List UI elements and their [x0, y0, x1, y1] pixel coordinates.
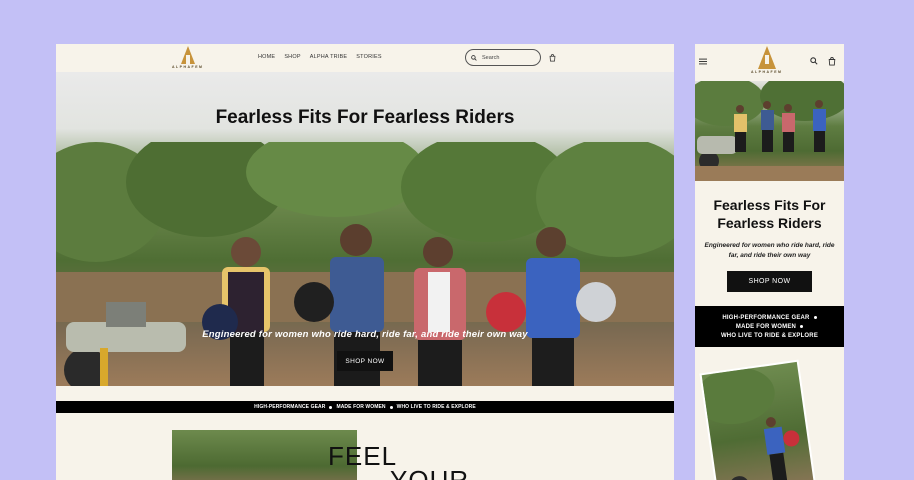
hero-title: Fearless Fits For Fearless Riders — [215, 107, 515, 128]
search-input[interactable]: Search — [465, 49, 541, 66]
dot-separator — [389, 405, 393, 409]
main-nav: HOME SHOP ALPHA TRIBE STORIES — [258, 54, 382, 60]
shop-now-button[interactable]: SHOP NOW — [727, 271, 812, 292]
strip-item: MADE FOR WOMEN — [735, 323, 797, 330]
strip-item: MADE FOR WOMEN — [336, 404, 386, 410]
search-placeholder: Search — [482, 54, 500, 61]
mobile-section-photo — [699, 359, 817, 480]
mobile-announcement-strip: HIGH-PERFORMANCE GEAR MADE FOR WOMEN WHO… — [695, 306, 844, 347]
strip-item: WHO LIVE TO RIDE & EXPLORE — [720, 332, 819, 339]
cart-icon[interactable] — [549, 54, 556, 62]
hero-tagline: Engineered for women who ride hard, ride… — [202, 329, 528, 340]
dot-separator — [329, 405, 333, 409]
riders-image — [695, 81, 844, 181]
nav-item-home[interactable]: HOME — [258, 54, 275, 60]
strip-item: WHO LIVE TO RIDE & EXPLORE — [396, 404, 476, 410]
nav-item-alpha-tribe[interactable]: ALPHA TRIBE — [310, 54, 348, 60]
mobile-hero-photo — [695, 81, 844, 181]
search-icon — [471, 54, 477, 61]
desktop-mockup: ALPHAFEM HOME SHOP ALPHA TRIBE STORIES S… — [56, 44, 674, 480]
desktop-header: ALPHAFEM HOME SHOP ALPHA TRIBE STORIES S… — [56, 44, 674, 72]
strip-item: HIGH-PERFORMANCE GEAR — [722, 314, 810, 321]
search-icon[interactable] — [810, 57, 818, 65]
brand-logo[interactable]: ALPHAFEM — [172, 46, 203, 69]
strip-item: HIGH-PERFORMANCE GEAR — [254, 404, 326, 410]
shop-now-button[interactable]: SHOP NOW — [337, 351, 393, 371]
hero-banner: Fearless Fits For Fearless Riders Engine… — [56, 72, 674, 386]
dot-separator — [800, 325, 804, 328]
rider-image — [701, 367, 800, 480]
section-heading: FEEL YOUR — [328, 443, 470, 480]
announcement-strip: HIGH-PERFORMANCE GEAR MADE FOR WOMEN WHO… — [56, 401, 674, 413]
logo-mark-icon — [180, 46, 195, 64]
mobile-hero-title: Fearless Fits For Fearless Riders — [713, 197, 826, 231]
heading-line-2: YOUR — [390, 465, 470, 480]
logo-wordmark: ALPHAFEM — [751, 70, 783, 74]
mobile-mockup: ALPHAFEM Fearless Fits For Fearless Ride… — [695, 44, 844, 480]
dot-separator — [813, 316, 817, 319]
nav-item-shop[interactable]: SHOP — [284, 54, 300, 60]
logo-mark-icon — [757, 46, 776, 69]
nav-item-stories[interactable]: STORIES — [356, 54, 381, 60]
cart-icon[interactable] — [828, 57, 836, 66]
mobile-hero-tagline: Engineered for women who ride hard, ride… — [704, 242, 835, 259]
logo-wordmark: ALPHAFEM — [172, 65, 204, 69]
hamburger-menu-icon[interactable] — [699, 58, 707, 65]
brand-logo[interactable]: ALPHAFEM — [751, 46, 782, 74]
